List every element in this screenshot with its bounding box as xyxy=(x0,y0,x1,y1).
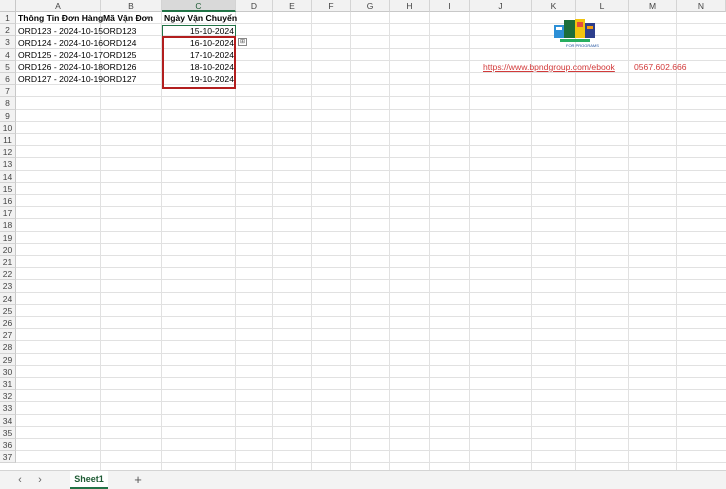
row-header[interactable]: 8 xyxy=(0,97,16,110)
row-header[interactable]: 29 xyxy=(0,353,16,366)
column-header-e[interactable]: E xyxy=(273,0,312,12)
row-header[interactable]: 24 xyxy=(0,292,16,305)
row-header[interactable]: 1 xyxy=(0,12,16,25)
cell-a6[interactable]: ORD127 - 2024-10-19 xyxy=(16,73,103,85)
row-header[interactable]: 36 xyxy=(0,439,16,452)
row-header[interactable]: 11 xyxy=(0,134,16,147)
row-header[interactable]: 21 xyxy=(0,256,16,269)
row-header[interactable]: 14 xyxy=(0,170,16,183)
highlight-box xyxy=(162,36,236,89)
column-header-l[interactable]: L xyxy=(576,0,629,12)
ebook-link[interactable]: https://www.bpndgroup.com/ebook xyxy=(483,62,615,72)
row-header[interactable]: 28 xyxy=(0,341,16,354)
row-header[interactable]: 31 xyxy=(0,378,16,391)
row-header[interactable]: 6 xyxy=(0,73,16,86)
cell-a3[interactable]: ORD124 - 2024-10-16 xyxy=(16,37,103,49)
chevron-left-icon[interactable]: ‹ xyxy=(14,474,26,486)
row-header[interactable]: 32 xyxy=(0,390,16,403)
cell-a5[interactable]: ORD126 - 2024-10-18 xyxy=(16,61,103,73)
column-header-m[interactable]: M xyxy=(629,0,677,12)
row-header[interactable]: 37 xyxy=(0,451,16,464)
row-header[interactable]: 34 xyxy=(0,414,16,427)
row-header[interactable]: 3 xyxy=(0,36,16,49)
row-header[interactable]: 7 xyxy=(0,85,16,98)
spreadsheet-grid[interactable]: A B C D E F G H I J K L M N 1 2 3 4 5 6 7 8 9 10 1… xyxy=(0,0,726,470)
cell-a2[interactable]: ORD123 - 2024-10-15 xyxy=(16,25,103,37)
column-header-d[interactable]: D xyxy=(236,0,273,12)
row-header[interactable]: 5 xyxy=(0,60,16,73)
cell-b6[interactable]: ORD127 xyxy=(101,73,162,85)
cell-b5[interactable]: ORD126 xyxy=(101,61,162,73)
chevron-right-icon[interactable]: › xyxy=(34,474,46,486)
plus-icon[interactable]: + xyxy=(131,473,145,487)
cell-a4[interactable]: ORD125 - 2024-10-17 xyxy=(16,49,103,61)
row-header[interactable]: 10 xyxy=(0,121,16,134)
sheet-tab-bar: ‹ › Sheet1 + xyxy=(0,470,726,489)
svg-text:FOR PROGRAMS: FOR PROGRAMS xyxy=(566,43,599,48)
cell-b2[interactable]: ORD123 xyxy=(101,25,162,37)
cell-b4[interactable]: ORD125 xyxy=(101,49,162,61)
column-header-h[interactable]: H xyxy=(390,0,430,12)
cell-b1[interactable]: Mã Vận Đơn xyxy=(101,12,162,24)
column-header-f[interactable]: F xyxy=(312,0,351,12)
row-header[interactable]: 2 xyxy=(0,24,16,37)
column-header-c[interactable]: C xyxy=(162,0,236,12)
row-header[interactable]: 26 xyxy=(0,317,16,330)
flash-fill-icon[interactable]: ⊞ xyxy=(238,38,247,46)
column-header-g[interactable]: G xyxy=(351,0,390,12)
row-header[interactable]: 12 xyxy=(0,146,16,159)
ebook-logo-image[interactable]: FOR PROGRAMS xyxy=(552,16,600,50)
row-header[interactable]: 25 xyxy=(0,304,16,317)
column-header-i[interactable]: I xyxy=(430,0,470,12)
column-header-b[interactable]: B xyxy=(101,0,162,12)
cell-b3[interactable]: ORD124 xyxy=(101,37,162,49)
cell-c1[interactable]: Ngày Vận Chuyển xyxy=(162,12,237,24)
row-header[interactable]: 35 xyxy=(0,426,16,439)
row-header[interactable]: 22 xyxy=(0,268,16,281)
cell-a1[interactable]: Thông Tin Đơn Hàng xyxy=(16,12,103,24)
row-header[interactable]: 19 xyxy=(0,231,16,244)
row-header[interactable]: 30 xyxy=(0,365,16,378)
select-all-corner[interactable] xyxy=(0,0,16,12)
row-header[interactable]: 16 xyxy=(0,195,16,208)
row-header[interactable]: 17 xyxy=(0,207,16,220)
row-header[interactable]: 13 xyxy=(0,158,16,171)
row-header[interactable]: 20 xyxy=(0,243,16,256)
row-header[interactable]: 18 xyxy=(0,219,16,232)
column-header-a[interactable]: A xyxy=(16,0,101,12)
row-header[interactable]: 33 xyxy=(0,402,16,415)
column-header-k[interactable]: K xyxy=(532,0,576,12)
row-header[interactable]: 15 xyxy=(0,182,16,195)
row-header[interactable]: 9 xyxy=(0,109,16,122)
phone-number: 0567.602.666 xyxy=(634,62,687,72)
row-header[interactable]: 4 xyxy=(0,48,16,61)
row-header[interactable]: 27 xyxy=(0,329,16,342)
column-header-n[interactable]: N xyxy=(677,0,726,12)
row-header[interactable]: 23 xyxy=(0,280,16,293)
tab-sheet1[interactable]: Sheet1 xyxy=(70,471,108,489)
column-header-j[interactable]: J xyxy=(470,0,532,12)
